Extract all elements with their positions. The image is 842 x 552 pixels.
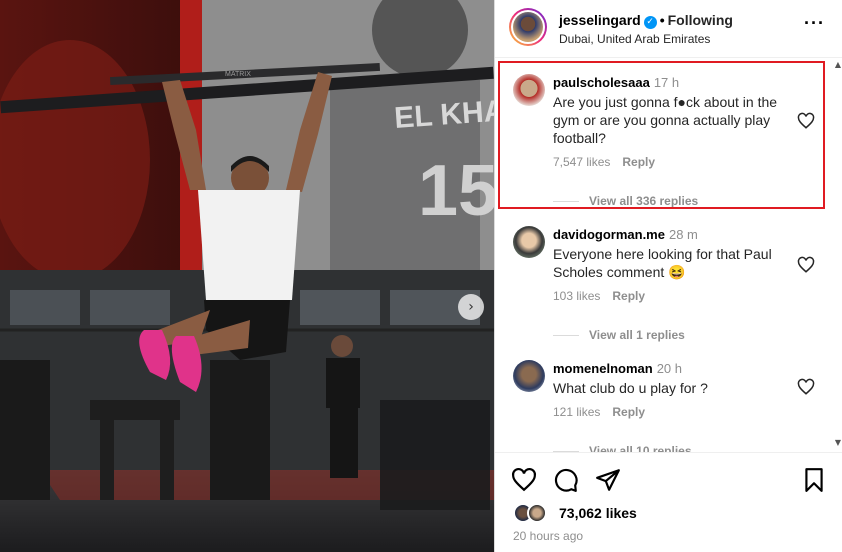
post-header: jesselingard ✓ • Following Dubai, United Ar…: [495, 0, 842, 58]
comment-meta: 121 likes Reply: [553, 405, 789, 419]
scroll-up-arrow-icon[interactable]: ▲: [835, 60, 841, 69]
bar-brand: MATRIX: [225, 71, 251, 78]
liker-avatar[interactable]: [527, 503, 547, 523]
verified-badge-icon: ✓: [643, 16, 657, 29]
comment-time: 28 m: [668, 227, 698, 242]
author-line: jesselingard ✓ • Following: [559, 12, 733, 29]
reply-button[interactable]: Reply: [622, 155, 655, 169]
gym-scene: EL KHAT 15 MATRIX: [0, 0, 494, 552]
like-heart-icon[interactable]: [797, 112, 815, 130]
post-photo: EL KHAT 15 MATRIX ›: [0, 0, 494, 552]
comment-text: What club do u play for ?: [553, 380, 708, 396]
share-icon[interactable]: [595, 467, 621, 493]
comment-icon[interactable]: [553, 467, 579, 493]
comment-likes[interactable]: 7,547 likes: [553, 155, 610, 169]
view-replies-link[interactable]: View all 10 replies: [553, 444, 692, 452]
reply-button[interactable]: Reply: [612, 405, 645, 419]
view-replies-link[interactable]: View all 1 replies: [553, 328, 685, 342]
comment-body: davidogorman.me 28 m Everyone here lookin…: [553, 226, 789, 303]
comment-meta: 103 likes Reply: [553, 289, 789, 303]
like-icon[interactable]: [511, 467, 537, 493]
reply-button[interactable]: Reply: [612, 289, 645, 303]
like-heart-icon[interactable]: [797, 378, 815, 396]
commenter-username[interactable]: paulscholesaaa: [553, 75, 650, 90]
comment-body: paulscholesaaa 17 h Are you just gonna f●…: [553, 74, 789, 169]
comment-text: Are you just gonna f●ck about in the gym…: [553, 94, 778, 146]
post-actions: 73,062 likes 20 hours ago: [495, 452, 842, 552]
comment-time: 20 h: [656, 361, 682, 376]
author-username[interactable]: jesselingard: [559, 12, 641, 28]
post-sidebar: jesselingard ✓ • Following Dubai, United Ar…: [494, 0, 842, 552]
scroll-down-arrow-icon[interactable]: ▼: [835, 438, 841, 447]
save-bookmark-icon[interactable]: [801, 467, 827, 493]
commenter-avatar[interactable]: [513, 74, 545, 106]
comment-text: Everyone here looking for that Paul Scho…: [553, 246, 772, 280]
location-link[interactable]: Dubai, United Arab Emirates: [559, 32, 710, 46]
comment-body: momenelnoman 20 h What club do u play for…: [553, 360, 789, 419]
comment-likes[interactable]: 103 likes: [553, 289, 600, 303]
commenter-username[interactable]: momenelnoman: [553, 361, 653, 376]
mural-number: 15: [418, 151, 494, 231]
likes-count[interactable]: 73,062 likes: [559, 505, 637, 521]
like-heart-icon[interactable]: [797, 256, 815, 274]
post-time: 20 hours ago: [513, 529, 584, 543]
commenter-username[interactable]: davidogorman.me: [553, 227, 665, 242]
more-options-icon[interactable]: ···: [804, 14, 825, 32]
next-photo-button[interactable]: ›: [458, 294, 484, 320]
comment-likes[interactable]: 121 likes: [553, 405, 600, 419]
following-button[interactable]: Following: [668, 12, 733, 28]
separator-dot: •: [659, 12, 665, 28]
commenter-avatar[interactable]: [513, 226, 545, 258]
comment-time: 17 h: [653, 75, 680, 90]
view-replies-link[interactable]: View all 336 replies: [553, 194, 698, 208]
comment-meta: 7,547 likes Reply: [553, 155, 789, 169]
author-avatar[interactable]: [509, 8, 547, 46]
commenter-avatar[interactable]: [513, 360, 545, 392]
comments-list[interactable]: paulscholesaaa 17 h Are you just gonna f●…: [495, 58, 842, 452]
